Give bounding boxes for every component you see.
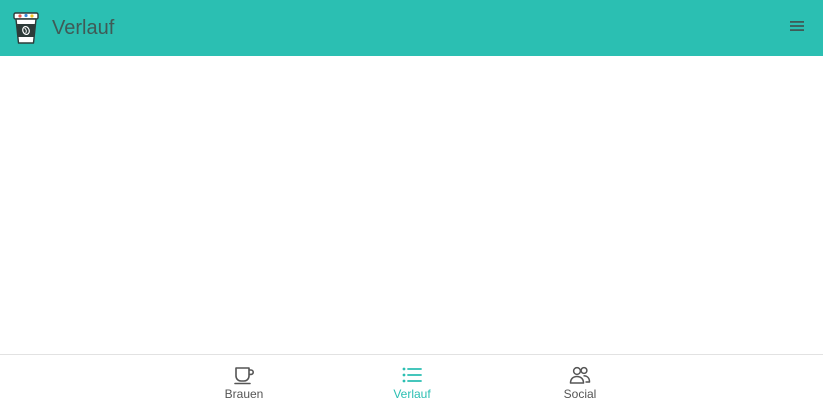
top-app-bar: Verlauf [0,0,823,56]
nav-label-social: Social [563,387,597,401]
hamburger-menu-icon [789,19,805,37]
nav-label-brauen: Brauen [224,387,264,401]
menu-button[interactable] [785,16,809,40]
coffee-cup-logo-icon [12,11,40,45]
page-title: Verlauf [52,17,115,39]
coffee-cup-icon [233,365,255,385]
bottom-navigation: Brauen Verlauf Social [0,354,823,411]
nav-label-verlauf: Verlauf [393,387,431,401]
nav-item-verlauf[interactable]: Verlauf [328,355,496,411]
nav-item-brauen[interactable]: Brauen [160,355,328,411]
app-window: Verlauf Brauen Verlauf Social [0,0,823,411]
main-content [0,56,823,354]
list-icon [401,365,423,385]
nav-item-social[interactable]: Social [496,355,664,411]
people-icon [569,365,591,385]
